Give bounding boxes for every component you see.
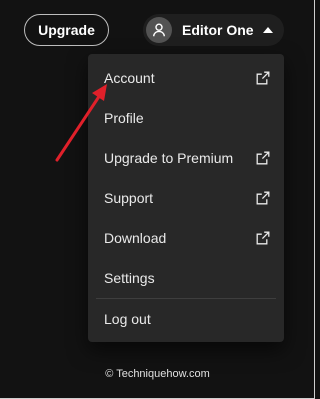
menu-item-label: Profile: [104, 110, 144, 126]
menu-item-label: Account: [104, 70, 155, 86]
user-name: Editor One: [182, 22, 254, 38]
watermark: © Techniquehow.com: [105, 368, 210, 380]
menu-item-profile[interactable]: Profile: [92, 98, 280, 138]
user-menu-button[interactable]: Editor One: [143, 14, 284, 46]
menu-item-support[interactable]: Support: [92, 178, 280, 218]
menu-item-label: Support: [104, 190, 154, 206]
external-link-icon: [256, 151, 270, 165]
caret-up-icon: [262, 27, 273, 33]
menu-item-label: Settings: [104, 270, 155, 286]
external-link-icon: [256, 231, 270, 245]
external-link-icon: [256, 71, 270, 85]
menu-item-label: Upgrade to Premium: [104, 150, 234, 166]
menu-item-account[interactable]: Account: [92, 58, 280, 98]
account-dropdown-menu: Account Profile Upgrade to Premium Suppo…: [88, 54, 284, 342]
menu-item-label: Log out: [104, 311, 151, 327]
menu-item-label: Download: [104, 230, 167, 246]
external-link-icon: [256, 191, 270, 205]
menu-item-log-out[interactable]: Log out: [92, 299, 280, 339]
menu-item-download[interactable]: Download: [92, 218, 280, 258]
user-icon: [146, 17, 172, 43]
menu-item-upgrade-to-premium[interactable]: Upgrade to Premium: [92, 138, 280, 178]
upgrade-button-label: Upgrade: [38, 22, 95, 38]
menu-item-settings[interactable]: Settings: [92, 258, 280, 298]
upgrade-button[interactable]: Upgrade: [24, 14, 109, 46]
